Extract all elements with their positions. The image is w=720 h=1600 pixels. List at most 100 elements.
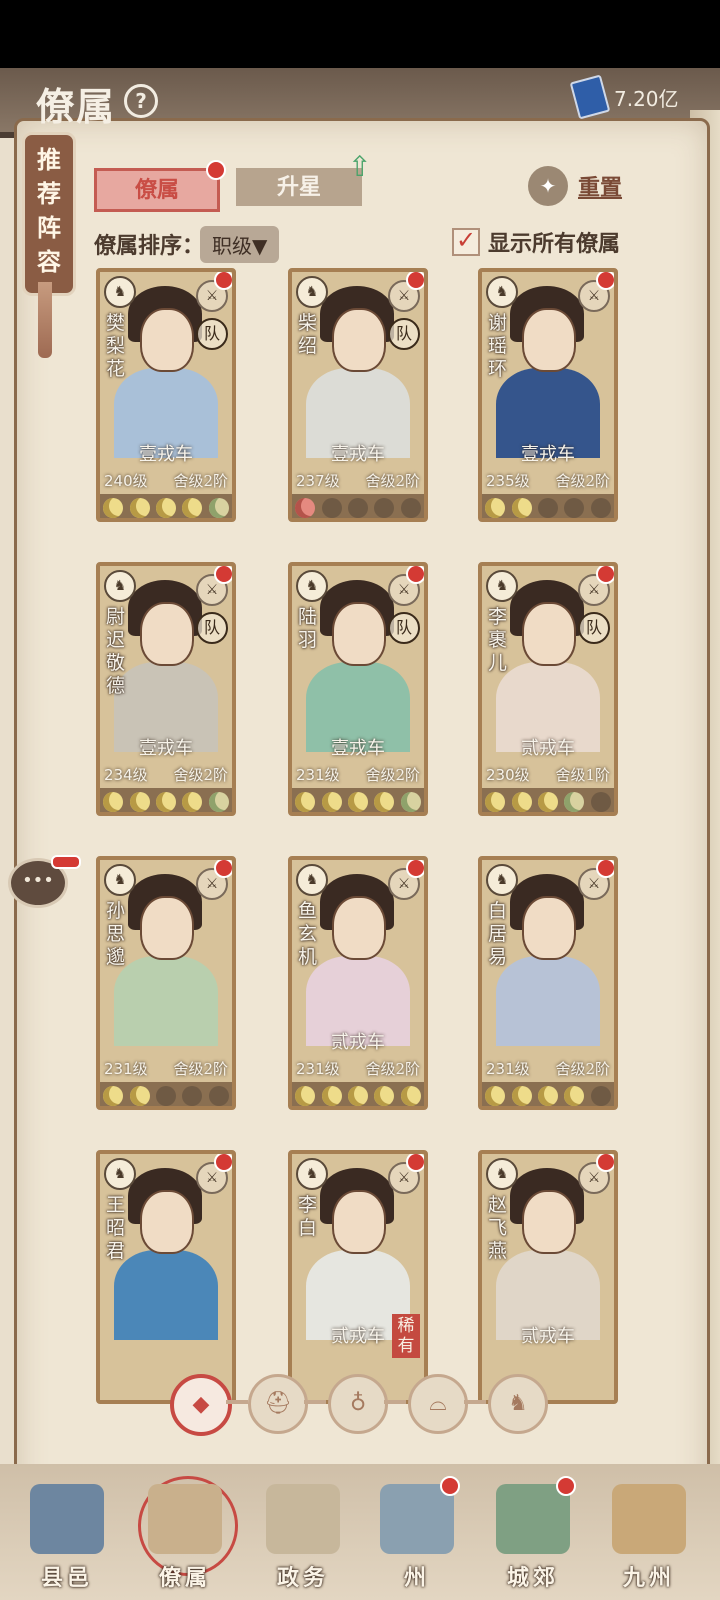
moon-star-icon: [321, 498, 342, 518]
recommend-lineup-button[interactable]: 推 荐 阵 容: [22, 132, 76, 296]
filter-divider: [304, 1400, 326, 1404]
filter-divider: [226, 1400, 248, 1404]
moon-star-icon: [321, 1086, 342, 1106]
tassel-decoration: [38, 282, 52, 358]
moon-star-icon: [400, 792, 421, 812]
card-rank: 壹戎车: [139, 738, 193, 759]
card-notification-dot: [596, 860, 614, 878]
nav-label: 州: [403, 1565, 430, 1591]
checkbox-icon[interactable]: ✓: [452, 228, 480, 256]
nav-label: 政务: [276, 1565, 329, 1591]
portrait-face: [332, 602, 386, 666]
subordinate-card[interactable]: ♞ ⚔ 队李裹儿 贰戎车 230级 舍级1阶: [478, 562, 618, 816]
nav-subordinates[interactable]: 僚属: [130, 1474, 240, 1594]
filter-tiger-icon[interactable]: ♞: [488, 1374, 548, 1434]
class-icon: ♞: [296, 570, 328, 602]
moon-star-icon: [208, 1086, 229, 1106]
moon-star-icon: [103, 498, 124, 518]
moon-star-icon: [564, 498, 585, 518]
team-badge: 队: [196, 318, 228, 350]
star-row: [292, 788, 424, 812]
sort-dropdown[interactable]: 职级▼: [200, 226, 280, 263]
moon-star-icon: [295, 792, 316, 812]
class-icon: ♞: [486, 864, 518, 896]
class-icon: ♞: [104, 570, 136, 602]
team-badge: 队: [578, 612, 610, 644]
subordinate-card[interactable]: ♞ ⚔ 谢瑶环 壹戎车 235级 舍级2阶: [478, 268, 618, 522]
moon-star-icon: [590, 1086, 611, 1106]
chat-bubble-button[interactable]: •••: [8, 855, 81, 908]
nav-affairs[interactable]: 政务: [248, 1474, 358, 1594]
nav-nine-states[interactable]: 九州: [594, 1474, 704, 1594]
moon-star-icon: [103, 792, 124, 812]
moon-star-icon: [295, 498, 316, 518]
reset-button[interactable]: ✦ 重置: [528, 166, 622, 206]
subordinate-card[interactable]: ♞ ⚔ 队陆羽 壹戎车 231级 舍级2阶: [288, 562, 428, 816]
filter-gourd-icon[interactable]: ♁: [328, 1374, 388, 1434]
moon-star-icon: [374, 498, 395, 518]
filter-fan-icon[interactable]: ⌓: [408, 1374, 468, 1434]
card-sublevel: 舍级2阶: [365, 766, 420, 784]
moon-star-icon: [511, 498, 532, 518]
moon-star-icon: [400, 498, 421, 518]
tab-bar: 僚属 升星: [94, 168, 362, 212]
card-name: 孙思邈: [106, 900, 126, 968]
moon-star-icon: [103, 1086, 124, 1106]
status-bar: [0, 0, 720, 68]
subordinate-card[interactable]: ♞ ⚔ 队尉迟敬德 壹戎车 234级 舍级2阶: [96, 562, 236, 816]
subordinate-card[interactable]: ♞ ⚔ 队柴绍 壹戎车 237级 舍级2阶: [288, 268, 428, 522]
moon-star-icon: [537, 792, 558, 812]
subordinate-card[interactable]: ♞ ⚔ 李白 贰戎车 稀有: [288, 1150, 428, 1404]
card-name: 樊梨花: [106, 312, 126, 380]
card-rank: 壹戎车: [331, 738, 385, 759]
nav-state[interactable]: 州: [362, 1474, 472, 1594]
tab-subordinates[interactable]: 僚属: [94, 168, 220, 212]
nav-label: 城郊: [506, 1565, 559, 1591]
subordinate-card[interactable]: ♞ ⚔ 孙思邈 231级 舍级2阶: [96, 856, 236, 1110]
tab-star-up[interactable]: 升星: [236, 168, 362, 206]
nav-notification-dot: [440, 1476, 460, 1496]
filter-divider: [464, 1400, 486, 1404]
subordinate-card[interactable]: ♞ ⚔ 鱼玄机 贰戎车 231级 舍级2阶: [288, 856, 428, 1110]
arrow-up-icon: ⇧: [348, 150, 372, 183]
subordinate-card[interactable]: ♞ ⚔ 王昭君: [96, 1150, 236, 1404]
show-all-toggle[interactable]: ✓ 显示所有僚属: [452, 226, 620, 258]
nav-county[interactable]: 县邑: [12, 1474, 122, 1594]
filter-helmet-icon[interactable]: ⛑: [248, 1374, 308, 1434]
portrait-face: [140, 896, 194, 960]
nav-suburbs[interactable]: 城郊: [478, 1474, 588, 1594]
card-sublevel: 舍级2阶: [365, 472, 420, 490]
moon-star-icon: [511, 792, 532, 812]
card-name: 李白: [298, 1194, 318, 1239]
subordinate-card[interactable]: ♞ ⚔ 赵飞燕 贰戎车: [478, 1150, 618, 1404]
moon-star-icon: [155, 498, 176, 518]
class-icon: ♞: [104, 1158, 136, 1190]
moon-star-icon: [208, 792, 229, 812]
card-notification-dot: [214, 1154, 232, 1172]
card-level: 237级: [296, 472, 340, 490]
reset-icon: ✦: [528, 166, 568, 206]
nav-label: 县邑: [40, 1565, 93, 1591]
nav-label: 僚属: [158, 1565, 211, 1591]
moon-star-icon: [295, 1086, 316, 1106]
currency-value: 7.20亿: [614, 86, 679, 111]
moon-star-icon: [564, 792, 585, 812]
subordinate-card[interactable]: ♞ ⚔ 白居易 231级 舍级2阶: [478, 856, 618, 1110]
subordinate-card[interactable]: ♞ ⚔ 队樊梨花 壹戎车 240级 舍级2阶: [96, 268, 236, 522]
portrait-face: [332, 308, 386, 372]
card-name: 谢瑶环: [488, 312, 508, 380]
card-rank: 贰戎车: [331, 1032, 385, 1053]
star-row: [482, 1082, 614, 1106]
card-name: 尉迟敬德: [106, 606, 126, 697]
filter-all-icon[interactable]: ◆: [170, 1374, 232, 1436]
portrait-face: [140, 602, 194, 666]
card-notification-dot: [596, 566, 614, 584]
card-sublevel: 舍级1阶: [555, 766, 610, 784]
moon-star-icon: [511, 1086, 532, 1106]
class-icon: ♞: [296, 276, 328, 308]
portrait-face: [140, 308, 194, 372]
card-rank: 贰戎车: [521, 1326, 575, 1347]
team-badge: 队: [388, 318, 420, 350]
card-name: 王昭君: [106, 1194, 126, 1262]
help-icon[interactable]: ?: [124, 84, 158, 118]
